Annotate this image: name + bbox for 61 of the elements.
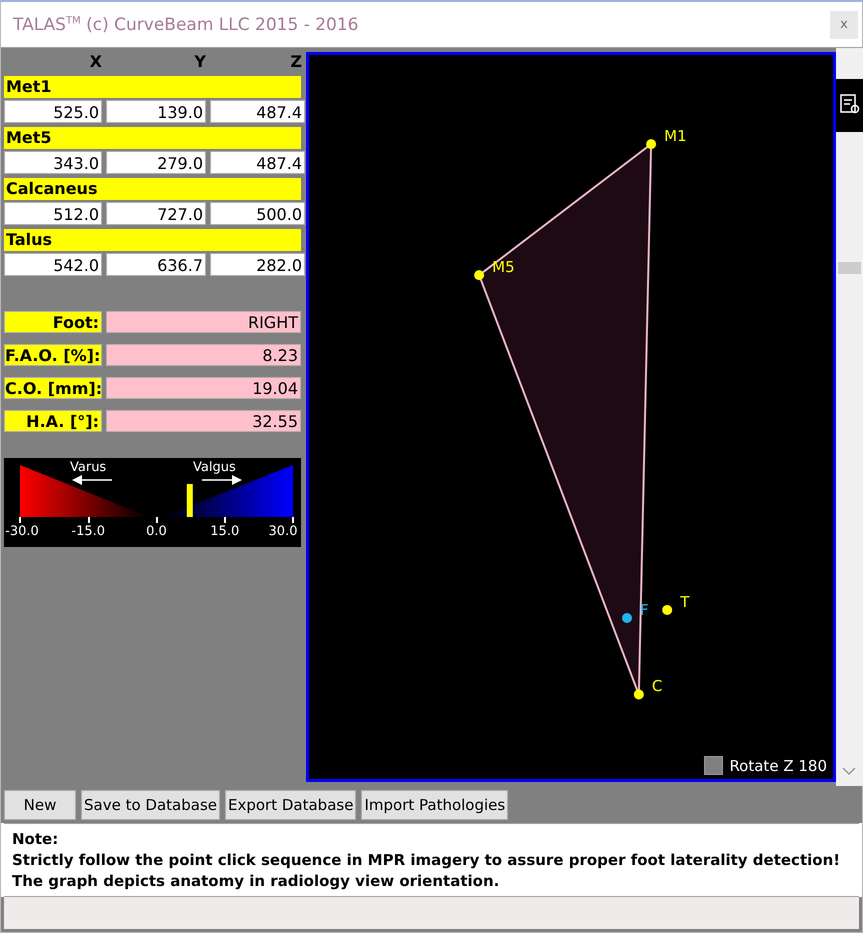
tick-label: 0.0 bbox=[146, 524, 167, 539]
result-value: RIGHT bbox=[106, 311, 301, 333]
note-title: Note: bbox=[12, 829, 60, 850]
rotate-checkbox[interactable] bbox=[704, 756, 724, 775]
coordinate-field[interactable]: 500.0 bbox=[210, 202, 305, 225]
landmark-label: Met1 bbox=[4, 76, 301, 98]
coordinate-field[interactable]: 343.0 bbox=[4, 151, 102, 174]
scroll-thumb[interactable] bbox=[838, 262, 861, 274]
plot-canvas[interactable]: M1 M5 F T C Rotate Z 180 bbox=[306, 52, 836, 782]
toolbar-button[interactable]: New bbox=[4, 790, 76, 820]
coordinate-field[interactable]: 636.7 bbox=[106, 253, 206, 276]
valgus-label: Valgus bbox=[193, 460, 236, 475]
point-marker[interactable] bbox=[474, 270, 484, 280]
result-label: C.O. [mm]: bbox=[4, 377, 102, 399]
landmark-label: Met5 bbox=[4, 127, 301, 149]
coordinate-field[interactable]: 279.0 bbox=[106, 151, 206, 174]
result-label: H.A. [°]: bbox=[4, 410, 102, 432]
note-text: Strictly follow the point click sequence in MPR imagery to assure proper foot laterality detection! bbox=[12, 850, 842, 871]
landmark-label: Talus bbox=[4, 229, 301, 251]
point-marker[interactable] bbox=[662, 604, 672, 615]
coordinate-field[interactable]: 542.0 bbox=[4, 253, 102, 276]
rotate-label: Rotate Z 180 bbox=[729, 756, 827, 774]
settings-panel-icon[interactable] bbox=[839, 93, 861, 115]
point-label: M1 bbox=[664, 129, 687, 144]
coordinate-field[interactable]: 282.0 bbox=[210, 253, 305, 276]
toolbar-button[interactable]: Export Database bbox=[225, 790, 356, 820]
column-header: Y bbox=[193, 52, 206, 70]
toolbar-button[interactable]: Import Pathologies bbox=[361, 790, 508, 820]
point-label: F bbox=[640, 603, 649, 618]
right-arrow-icon bbox=[202, 475, 242, 485]
point-marker[interactable] bbox=[622, 613, 632, 623]
point-marker[interactable] bbox=[646, 139, 656, 150]
column-header: Z bbox=[289, 52, 302, 70]
point-label: T bbox=[680, 594, 690, 610]
coordinate-field[interactable]: 727.0 bbox=[106, 202, 206, 225]
close-button[interactable]: x bbox=[830, 10, 858, 38]
tick-label: 15.0 bbox=[210, 524, 240, 539]
left-arrow-icon bbox=[72, 475, 112, 485]
tick-label: 30.0 bbox=[268, 524, 298, 539]
coordinate-field[interactable]: 512.0 bbox=[4, 202, 102, 225]
result-label: F.A.O. [%]: bbox=[4, 344, 102, 366]
result-value: 32.55 bbox=[106, 410, 301, 432]
scrollbar[interactable] bbox=[836, 48, 863, 786]
result-value: 8.23 bbox=[106, 344, 301, 366]
point-label: C bbox=[652, 679, 662, 694]
point-label: M5 bbox=[492, 260, 515, 276]
coordinate-field[interactable]: 525.0 bbox=[4, 100, 102, 123]
result-value: 19.04 bbox=[106, 377, 301, 399]
window-title: TALAS$^{TM}$ (c) CurveBeam LLC 2015 - 2016 bbox=[13, 14, 358, 34]
column-header: X bbox=[88, 52, 102, 70]
landmark-label: Calcaneus bbox=[4, 178, 301, 200]
coordinate-field[interactable]: 487.4 bbox=[210, 100, 305, 123]
note-text: The graph depicts anatomy in radiology view orientation. bbox=[12, 871, 500, 892]
result-label: Foot: bbox=[4, 311, 102, 333]
toolbar-button[interactable]: Save to Database bbox=[81, 790, 220, 820]
coordinate-field[interactable]: 139.0 bbox=[106, 100, 206, 123]
point-marker[interactable] bbox=[634, 689, 644, 700]
coordinate-field[interactable]: 487.4 bbox=[210, 151, 305, 174]
tick-label: -30.0 bbox=[5, 524, 39, 539]
tick-label: -15.0 bbox=[71, 524, 106, 539]
varus-label: Varus bbox=[70, 460, 106, 475]
